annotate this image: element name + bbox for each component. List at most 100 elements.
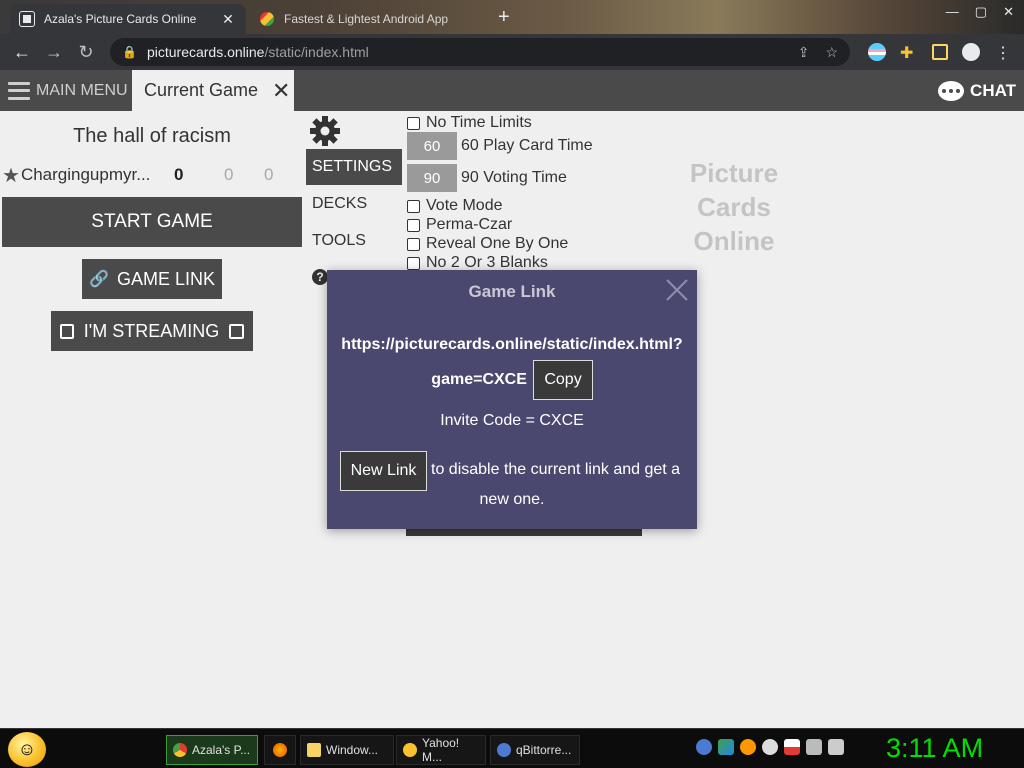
picture-cards-favicon-icon	[19, 11, 35, 27]
yahoo-messenger-icon	[403, 743, 417, 757]
profile-avatar-icon[interactable]	[962, 43, 980, 61]
browser-tab-picture-cards[interactable]: Azala's Picture Cards Online ✕	[10, 4, 246, 34]
option-label: Reveal One By One	[426, 235, 569, 252]
share-icon[interactable]: ⇪	[798, 44, 810, 61]
extensions-puzzle-icon[interactable]: ✚	[900, 43, 918, 62]
vote-mode-checkbox[interactable]	[407, 199, 420, 213]
voting-time-input[interactable]: 90	[407, 164, 457, 192]
player-stat: 0	[224, 165, 234, 184]
taskbar-item-label: Yahoo! M...	[422, 736, 460, 764]
settings-button[interactable]: SETTINGS	[306, 149, 402, 185]
new-tab-plus-icon[interactable]: +	[498, 6, 510, 29]
url-host: picturecards.online	[146, 44, 265, 60]
taskbar-item-windows[interactable]: Window...	[300, 735, 394, 765]
browser-tab-android-app[interactable]: Fastest & Lightest Android App	[250, 4, 490, 34]
chrome-icon	[173, 743, 187, 757]
option-play-card-time: 60 60 Play Card Time	[407, 132, 593, 160]
tools-link[interactable]: TOOLS	[312, 232, 366, 250]
maximize-icon[interactable]: ▢	[975, 4, 987, 20]
current-game-label: Current Game	[144, 80, 259, 100]
tab-close-icon[interactable]: ✕	[220, 11, 236, 28]
minimize-icon[interactable]: —	[946, 4, 959, 20]
network-tray-icon[interactable]	[718, 739, 734, 755]
logo-line: Picture	[689, 158, 779, 188]
play-time-input[interactable]: 60	[407, 132, 457, 160]
option-label: 90 Voting Time	[461, 169, 567, 186]
bookmark-star-icon[interactable]: ☆	[825, 44, 838, 61]
qbittorrent-icon	[497, 743, 511, 757]
game-link-url: https://picturecards.online/static/index…	[341, 336, 683, 389]
forward-arrow-icon[interactable]: →	[38, 36, 70, 68]
pride-flag-extension-icon[interactable]	[868, 43, 886, 61]
tab-title: Fastest & Lightest Android App	[284, 12, 449, 26]
side-panel-icon[interactable]	[932, 44, 948, 60]
flag-tray-icon[interactable]	[784, 739, 800, 755]
decks-link[interactable]: DECKS	[312, 195, 367, 213]
close-tab-icon[interactable]: ✕	[272, 78, 290, 104]
reveal-one-checkbox[interactable]	[407, 237, 420, 251]
taskbar-item-label: Azala's P...	[192, 743, 251, 757]
player-row: ★ Chargingupmyr... 0 0 0	[2, 163, 292, 187]
streaming-checkbox[interactable]	[229, 323, 245, 339]
tab-current-game[interactable]: Current Game ✕	[132, 70, 294, 111]
modal-title: Game Link	[468, 282, 556, 301]
hidden-panel-edge	[406, 528, 642, 536]
browser-menu-kebab-icon[interactable]: ⋮	[994, 43, 1012, 62]
messenger-tray-icon[interactable]	[762, 739, 778, 755]
perma-czar-checkbox[interactable]	[407, 218, 420, 232]
copy-button[interactable]: Copy	[533, 360, 593, 400]
display-tray-icon[interactable]	[806, 739, 822, 755]
taskbar-item-yahoo[interactable]: Yahoo! M...	[396, 735, 486, 765]
start-button-smiley-icon[interactable]: ☺	[8, 732, 46, 767]
firefox-icon	[273, 743, 287, 757]
reload-icon[interactable]: ↻	[70, 36, 102, 68]
option-vote-mode[interactable]: Vote Mode	[407, 197, 503, 215]
no-time-limits-checkbox[interactable]	[407, 116, 420, 130]
option-no-time-limits[interactable]: No Time Limits	[407, 114, 532, 132]
option-perma-czar[interactable]: Perma-Czar	[407, 216, 512, 234]
back-arrow-icon[interactable]: ←	[6, 36, 38, 68]
game-link-modal: Game Link https://picturecards.online/st…	[327, 270, 697, 529]
help-question-icon[interactable]: ?	[312, 269, 328, 285]
url-path: /static/index.html	[264, 44, 369, 60]
streaming-toggle-button[interactable]: I'M STREAMING	[51, 311, 253, 351]
new-link-description: new one.	[479, 491, 545, 508]
taskbar-item-chrome[interactable]: Azala's P...	[166, 735, 258, 765]
web-page: MAIN MENU Current Game ✕ CHAT The hall o…	[0, 70, 1024, 728]
twitch-icon	[59, 323, 74, 339]
link-icon: 🔗	[89, 271, 109, 288]
no-blanks-checkbox[interactable]	[407, 256, 420, 270]
game-link-button[interactable]: 🔗 GAME LINK	[82, 259, 222, 299]
streaming-label: I'M STREAMING	[83, 320, 220, 341]
option-label: Perma-Czar	[426, 216, 513, 233]
chat-button[interactable]: CHAT	[938, 70, 1016, 111]
taskbar-clock[interactable]: 3:11 AM	[886, 733, 983, 764]
lock-icon: 🔒	[122, 45, 137, 59]
player-stat: 0	[264, 165, 274, 184]
option-reveal-one-by-one[interactable]: Reveal One By One	[407, 235, 568, 253]
browser-toolbar: ← → ↻ 🔒 picturecards.online/static/index…	[0, 34, 1024, 70]
invite-code: Invite Code = CXCE	[440, 412, 584, 429]
close-icon[interactable]	[665, 278, 689, 302]
main-menu-label: MAIN MENU	[36, 81, 128, 99]
option-label: Vote Mode	[426, 197, 503, 214]
main-menu-button[interactable]: MAIN MENU	[0, 70, 132, 111]
logo-line: Cards	[697, 192, 771, 222]
gear-icon[interactable]	[309, 115, 341, 147]
taskbar-item-label: qBittorre...	[516, 743, 572, 757]
taskbar-item-firefox[interactable]	[264, 735, 296, 765]
volume-tray-icon[interactable]	[828, 739, 844, 755]
chat-bubble-icon	[938, 80, 965, 101]
game-link-label: GAME LINK	[116, 268, 215, 289]
game-name: The hall of racism	[73, 125, 231, 147]
start-game-button[interactable]: START GAME	[2, 197, 302, 247]
qbittorrent-tray-icon[interactable]	[696, 739, 712, 755]
address-bar[interactable]: 🔒 picturecards.online/static/index.html …	[110, 38, 850, 66]
close-window-icon[interactable]: ✕	[1003, 4, 1014, 20]
taskbar-item-qbittorrent[interactable]: qBittorre...	[490, 735, 580, 765]
chat-label: CHAT	[970, 80, 1016, 100]
folder-icon	[307, 743, 321, 757]
new-link-description: to disable the current link and get a	[431, 461, 681, 478]
android-app-favicon-icon	[260, 12, 274, 26]
search-tray-icon[interactable]	[740, 739, 756, 755]
